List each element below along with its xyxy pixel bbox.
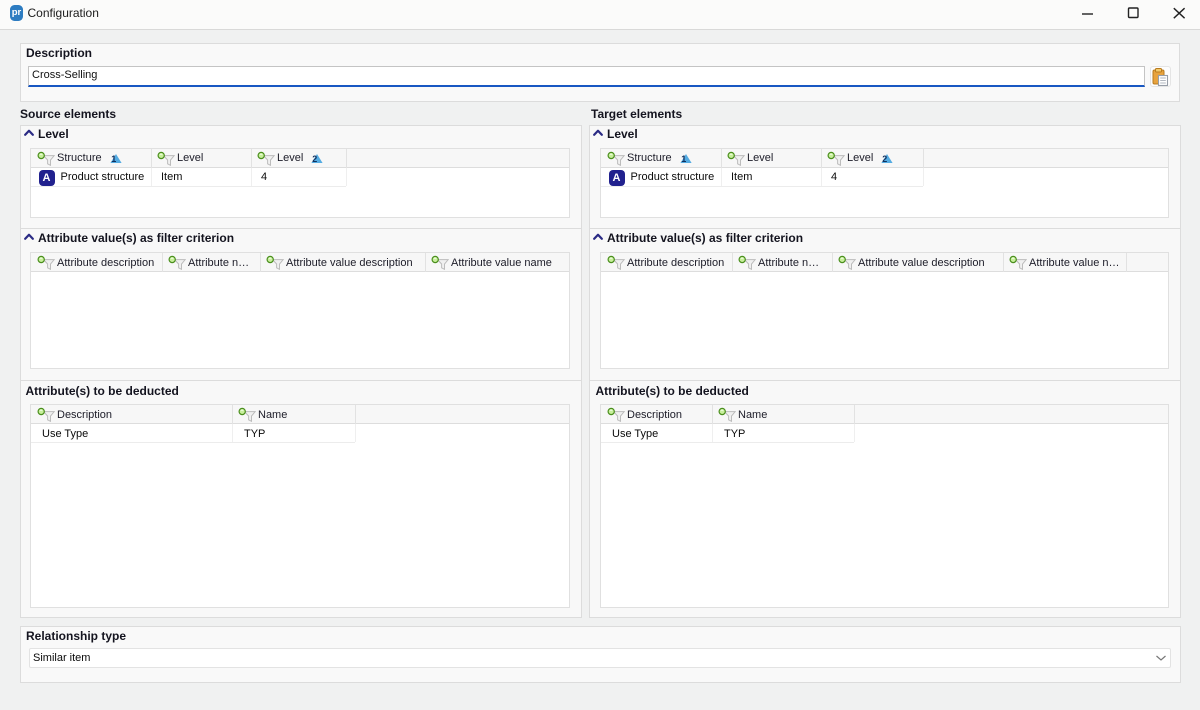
svg-text:1: 1: [111, 153, 116, 163]
svg-text:2: 2: [312, 153, 317, 163]
svg-text:2: 2: [882, 153, 887, 163]
svg-text:1: 1: [681, 153, 686, 163]
